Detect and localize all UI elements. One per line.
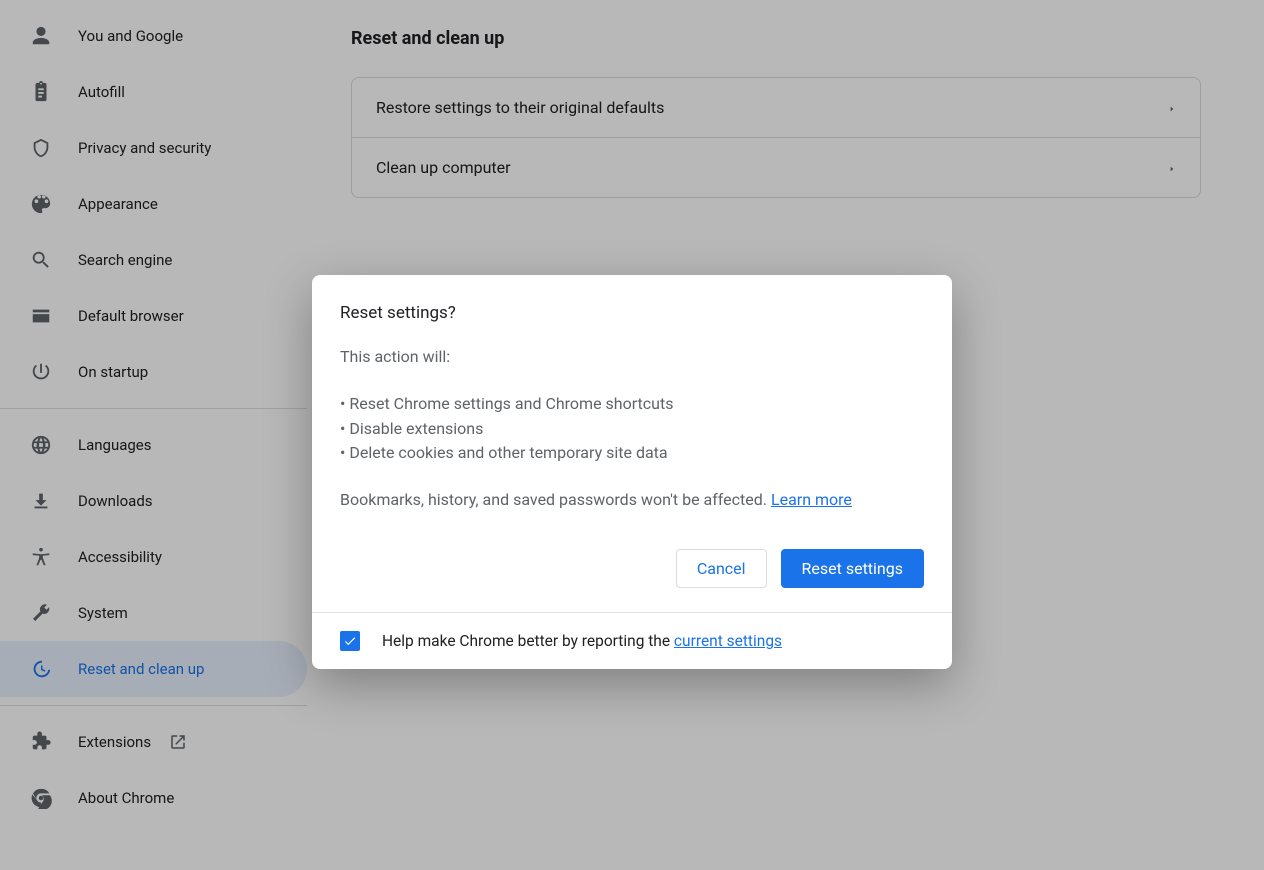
current-settings-link[interactable]: current settings [674,632,782,650]
footer-text: Help make Chrome better by reporting the… [382,632,782,650]
learn-more-link[interactable]: Learn more [771,490,852,509]
modal-overlay[interactable]: Reset settings? This action will: • Rese… [0,0,1264,870]
cancel-button[interactable]: Cancel [676,549,767,588]
dialog-outro: Bookmarks, history, and saved passwords … [340,490,771,509]
dialog-bullet: • Reset Chrome settings and Chrome short… [340,392,924,417]
dialog-bullet: • Disable extensions [340,417,924,442]
dialog-text: This action will: • Reset Chrome setting… [340,345,924,513]
reset-settings-dialog: Reset settings? This action will: • Rese… [312,275,952,669]
reset-settings-button[interactable]: Reset settings [781,549,924,588]
dialog-title: Reset settings? [340,303,924,323]
dialog-footer: Help make Chrome better by reporting the… [312,612,952,669]
dialog-intro: This action will: [340,347,450,366]
dialog-bullet: • Delete cookies and other temporary sit… [340,441,924,466]
report-settings-checkbox[interactable] [340,631,360,651]
